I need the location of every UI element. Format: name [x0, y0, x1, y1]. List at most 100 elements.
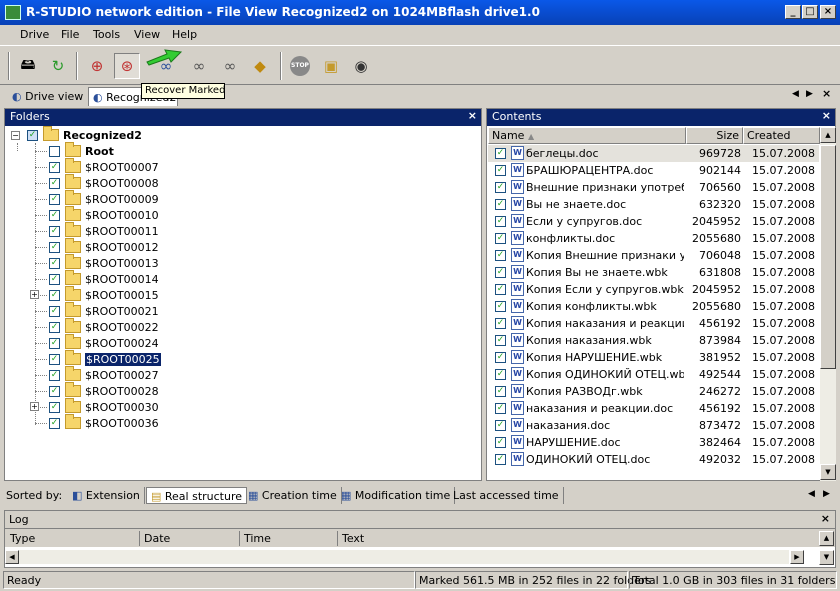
- open-drive-icon[interactable]: ⊕: [84, 53, 110, 79]
- tree-folder-item[interactable]: ✓ $ROOT00009: [35, 190, 159, 207]
- tree-checkbox[interactable]: ✓: [49, 305, 60, 317]
- tree-folder-item[interactable]: ✓ $ROOT00036: [35, 414, 159, 431]
- file-checkbox[interactable]: ✓: [495, 250, 506, 261]
- tree-folder-item[interactable]: ✓ $ROOT00014: [35, 270, 159, 287]
- tree-checkbox[interactable]: [49, 145, 60, 157]
- stop-icon[interactable]: STOP: [287, 53, 313, 79]
- column-created[interactable]: Created: [743, 127, 820, 144]
- file-row[interactable]: ✓ WВы не знаете.doc 632320 15.07.2008 20: [488, 196, 819, 213]
- menu-file[interactable]: File: [61, 28, 79, 41]
- file-row[interactable]: ✓ WКопия наказания.wbk 873984 15.07.2008 20: [488, 332, 819, 349]
- mark-icon[interactable]: ◆: [247, 53, 273, 79]
- search-icon[interactable]: ∞: [186, 53, 212, 79]
- tree-checkbox[interactable]: ✓: [49, 225, 60, 237]
- tree-folder-item[interactable]: Root: [35, 142, 114, 159]
- tab-drive-view[interactable]: ◐ Drive view: [8, 87, 89, 106]
- file-row[interactable]: ✓ WКопия Внешние признаки уп... 706048 15.0…: [488, 247, 819, 264]
- sort-tab-extension[interactable]: ◧ Extension: [68, 487, 145, 504]
- column-size[interactable]: Size: [686, 127, 743, 144]
- file-row[interactable]: ✓ WКопия НАРУШЕНИЕ.wbk 381952 15.07.2008 20: [488, 349, 819, 366]
- tree-checkbox[interactable]: ✓: [49, 401, 60, 413]
- file-row[interactable]: ✓ Wнаказания.doc 873472 15.07.2008 20: [488, 417, 819, 434]
- file-checkbox[interactable]: ✓: [495, 318, 506, 329]
- close-button[interactable]: ×: [820, 5, 836, 19]
- tab-scroll-left-icon[interactable]: ◀: [792, 89, 799, 99]
- log-scroll-up-icon[interactable]: ▲: [819, 531, 834, 546]
- vertical-scrollbar[interactable]: ▲ ▼: [820, 127, 836, 481]
- tab-scroll-right-icon[interactable]: ▶: [806, 89, 813, 99]
- tree-checkbox[interactable]: ✓: [49, 353, 60, 365]
- tree-checkbox[interactable]: ✓: [49, 321, 60, 333]
- file-row[interactable]: ✓ W Копия ОДИНОКИЙ ОТЕЦ.wbk 492544 15.07.200…: [488, 366, 819, 383]
- file-checkbox[interactable]: ✓: [495, 148, 506, 159]
- tree-folder-item[interactable]: ✓ $ROOT00011: [35, 222, 159, 239]
- refresh-icon[interactable]: ↻: [45, 53, 71, 79]
- tree-folder-item[interactable]: ✓ $ROOT00024: [35, 334, 159, 351]
- file-row[interactable]: ✓ WЕсли у супругов.doc 2045952 15.07.2008 2…: [488, 213, 819, 230]
- tree-checkbox[interactable]: ✓: [49, 273, 60, 285]
- log-column-time[interactable]: Time: [240, 531, 338, 546]
- tree-checkbox[interactable]: ✓: [49, 369, 60, 381]
- folders-close-icon[interactable]: ×: [468, 109, 477, 122]
- file-checkbox[interactable]: ✓: [495, 335, 506, 346]
- tree-checkbox[interactable]: ✓: [49, 385, 60, 397]
- file-row[interactable]: ✓ WНАРУШЕНИЕ.doc 382464 15.07.2008 20: [488, 434, 819, 451]
- column-name[interactable]: Name ▲: [488, 127, 686, 144]
- expand-icon[interactable]: +: [30, 290, 39, 299]
- tree-checkbox[interactable]: ✓: [49, 161, 60, 173]
- tree-folder-item[interactable]: ✓ $ROOT00012: [35, 238, 159, 255]
- sort-scroll-right-icon[interactable]: ▶: [823, 489, 830, 499]
- sort-tab-real-structure[interactable]: ▤ Real structure: [146, 487, 248, 504]
- log-scroll-down-icon[interactable]: ▼: [819, 550, 834, 565]
- tree-folder-item[interactable]: ✓ $ROOT00007: [35, 158, 159, 175]
- file-row[interactable]: ✓ Wконфликты.doc 2055680 15.07.2008 20: [488, 230, 819, 247]
- drives-icon[interactable]: 🖴: [15, 53, 41, 79]
- file-row[interactable]: ✓ WКопия конфликты.wbk 2055680 15.07.2008 2…: [488, 298, 819, 315]
- log-scroll-right-icon[interactable]: ▶: [790, 550, 804, 564]
- file-checkbox[interactable]: ✓: [495, 199, 506, 210]
- maximize-button[interactable]: □: [802, 5, 818, 19]
- tree-checkbox[interactable]: ✓: [49, 289, 60, 301]
- minimize-button[interactable]: _: [785, 5, 801, 19]
- tree-checkbox[interactable]: ✓: [49, 417, 60, 429]
- file-checkbox[interactable]: ✓: [495, 369, 506, 380]
- log-column-date[interactable]: Date: [140, 531, 240, 546]
- scroll-thumb[interactable]: [820, 145, 836, 369]
- file-checkbox[interactable]: ✓: [495, 216, 506, 227]
- tree-folder-item[interactable]: ✓ $ROOT00028: [35, 382, 159, 399]
- menu-drive[interactable]: Drive: [20, 28, 49, 41]
- tree-checkbox[interactable]: ✓: [49, 257, 60, 269]
- file-checkbox[interactable]: ✓: [495, 454, 506, 465]
- file-checkbox[interactable]: ✓: [495, 386, 506, 397]
- log-hscroll-track[interactable]: [19, 550, 789, 564]
- file-row[interactable]: ✓ WОДИНОКИЙ ОТЕЦ.doc 492032 15.07.2008 20: [488, 451, 819, 468]
- file-checkbox[interactable]: ✓: [495, 352, 506, 363]
- sort-tab-creation-time[interactable]: ▦ Creation time: [244, 487, 342, 504]
- expand-icon[interactable]: +: [30, 402, 39, 411]
- tree-folder-item[interactable]: ✓ $ROOT00025: [35, 350, 161, 367]
- find-next-icon[interactable]: ∞: [217, 53, 243, 79]
- file-checkbox[interactable]: ✓: [495, 182, 506, 193]
- scroll-up-icon[interactable]: ▲: [820, 127, 836, 143]
- tree-folder-item[interactable]: ✓ $ROOT00008: [35, 174, 159, 191]
- tree-folder-item[interactable]: ✓ $ROOT00010: [35, 206, 159, 223]
- tree-checkbox[interactable]: ✓: [49, 241, 60, 253]
- tree-checkbox[interactable]: ✓: [27, 129, 38, 141]
- tree-folder-item[interactable]: ✓ $ROOT00021: [35, 302, 159, 319]
- file-checkbox[interactable]: ✓: [495, 420, 506, 431]
- menu-tools[interactable]: Tools: [93, 28, 120, 41]
- file-row[interactable]: ✓ W Копия Вы не знаете.wbk 631808 15.07.2008…: [488, 264, 819, 281]
- scan-icon[interactable]: ∞: [153, 53, 179, 79]
- preview-icon[interactable]: ◉: [348, 53, 374, 79]
- tab-close-icon[interactable]: ×: [822, 87, 831, 100]
- file-row[interactable]: ✓ Wнаказания и реакции.doc 456192 15.07.200…: [488, 400, 819, 417]
- sort-tab-last-accessed[interactable]: Last accessed time: [449, 487, 564, 504]
- scroll-down-icon[interactable]: ▼: [820, 464, 836, 480]
- file-row[interactable]: ✓ WКопия РАЗВОДг.wbk 246272 15.07.2008 20: [488, 383, 819, 400]
- tree-folder-item[interactable]: + ✓ $ROOT00015: [30, 286, 159, 303]
- tree-folder-item[interactable]: ✓ $ROOT00013: [35, 254, 159, 271]
- log-column-text[interactable]: Text: [338, 531, 818, 546]
- log-column-type[interactable]: Type: [6, 531, 140, 546]
- contents-close-icon[interactable]: ×: [822, 109, 831, 122]
- tree-checkbox[interactable]: ✓: [49, 209, 60, 221]
